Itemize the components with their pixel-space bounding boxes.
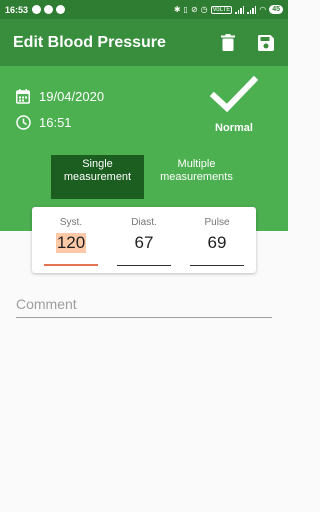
signal-icon — [235, 5, 245, 14]
trash-icon — [221, 34, 235, 51]
bluetooth-icon: ✱ — [173, 4, 181, 14]
comment-field[interactable] — [16, 296, 272, 318]
date-value: 19/04/2020 — [39, 88, 105, 104]
systolic-underline — [44, 264, 98, 266]
diastolic-input[interactable]: 67 — [134, 233, 155, 253]
system-icons: ✱ ▯ ⊘ ◷ VoLTE ◠ 45 — [174, 5, 283, 14]
clock-icon — [15, 114, 31, 130]
page-title: Edit Blood Pressure — [13, 33, 166, 51]
vibrate-icon: ▯ — [183, 4, 188, 14]
systolic-label: Syst. — [59, 217, 83, 228]
measurement-card: Syst. 120 Diast. 67 Pulse 69 — [32, 207, 256, 273]
systolic-field[interactable]: Syst. 120 — [44, 207, 98, 273]
diastolic-underline — [117, 265, 171, 266]
notification-icon — [44, 5, 54, 14]
alarm-icon: ◷ — [200, 4, 208, 14]
diastolic-field[interactable]: Diast. 67 — [117, 207, 171, 273]
diastolic-label: Diast. — [131, 217, 157, 228]
pulse-underline — [190, 265, 244, 266]
time-value: 16:51 — [39, 114, 72, 130]
notification-icon — [32, 5, 42, 14]
status-time: 16:53 — [5, 4, 29, 15]
pulse-input[interactable]: 69 — [207, 233, 228, 253]
date-row[interactable]: 19/04/2020 — [15, 88, 104, 104]
signal-icon — [247, 5, 257, 14]
wifi-icon: ◠ — [259, 4, 267, 14]
pulse-field[interactable]: Pulse 69 — [190, 207, 244, 273]
check-icon — [209, 74, 259, 114]
status-bar: 16:53 ✱ ▯ ⊘ ◷ VoLTE ◠ 45 — [0, 0, 288, 19]
save-button[interactable] — [257, 34, 275, 52]
battery-icon: 45 — [269, 5, 283, 14]
calendar-icon — [15, 88, 31, 104]
delete-button[interactable] — [219, 34, 237, 52]
pulse-label: Pulse — [204, 217, 230, 228]
volte-icon: VoLTE — [210, 5, 233, 14]
app-bar: Edit Blood Pressure — [0, 19, 288, 66]
systolic-input[interactable]: 120 — [55, 233, 87, 253]
notification-icons — [32, 5, 66, 14]
mute-icon: ⊘ — [190, 4, 198, 14]
time-row[interactable]: 16:51 — [15, 114, 72, 130]
comment-input[interactable] — [16, 296, 272, 312]
notification-icon — [56, 5, 66, 14]
save-icon — [258, 34, 274, 51]
multiple-measurements-toggle[interactable]: Multiple measurements — [150, 155, 243, 199]
single-measurement-toggle[interactable]: Single measurement — [51, 155, 144, 199]
pressure-status-label: Normal — [215, 122, 253, 134]
app-bar-actions — [219, 34, 275, 52]
